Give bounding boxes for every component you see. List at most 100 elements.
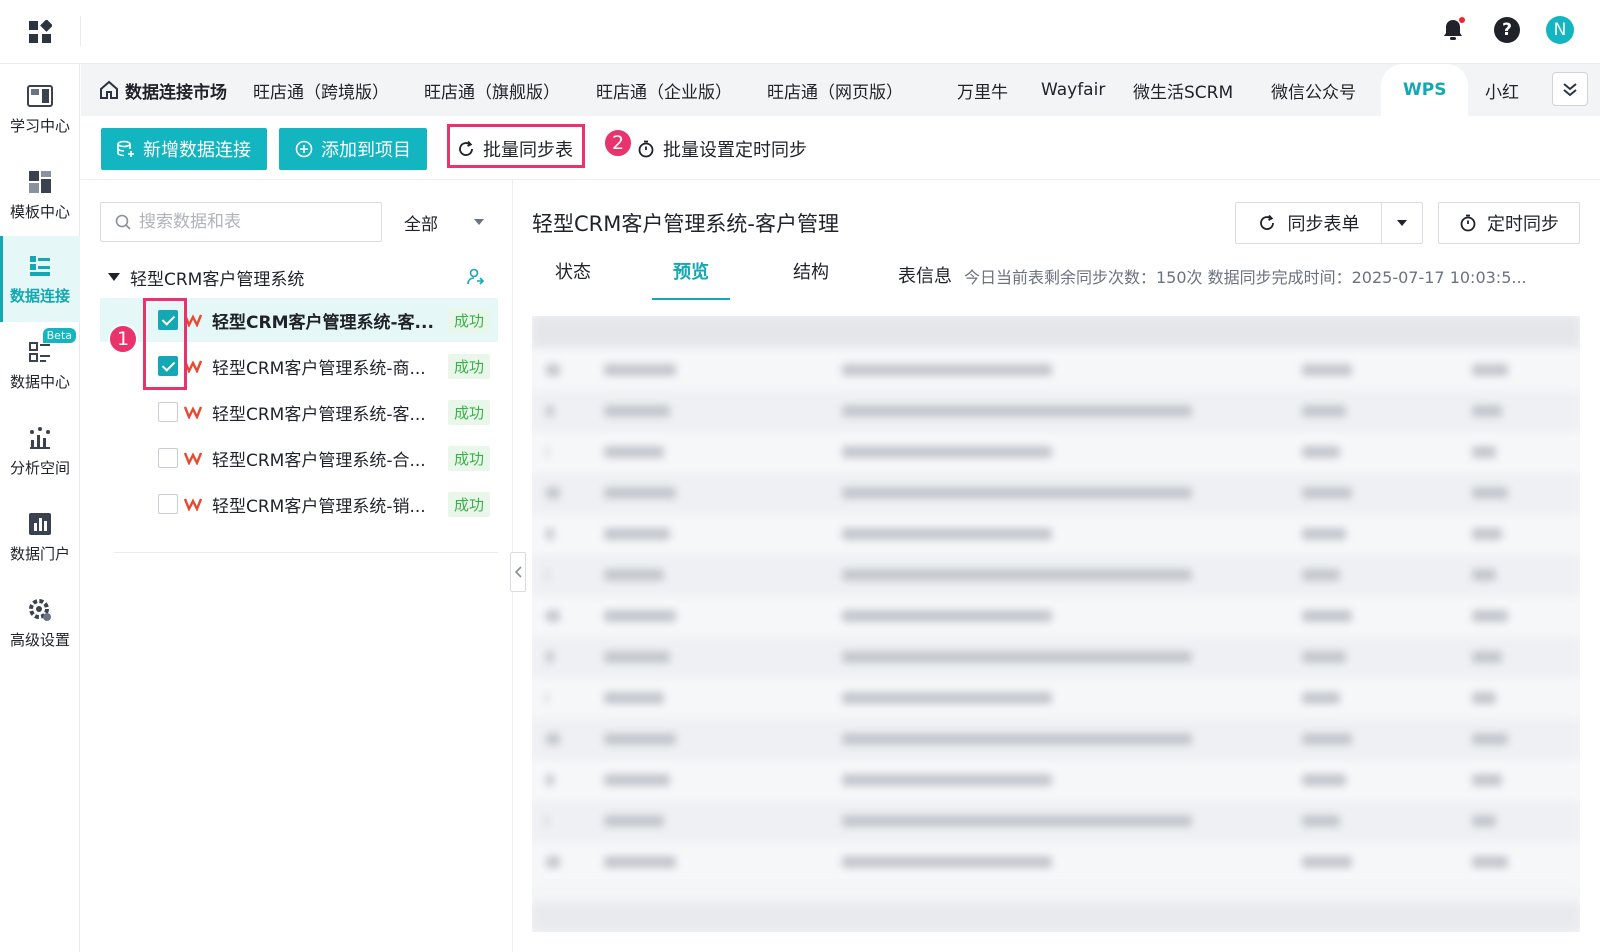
step-marker-2: 2 [603,128,633,158]
tab-data-market[interactable]: 数据连接市场 [99,64,227,116]
tab-wayfair[interactable]: Wayfair [1041,64,1105,116]
tab-wanliniu[interactable]: 万里牛 [957,64,1008,116]
nav-study-center[interactable]: 学习中心 [0,66,80,152]
table-row[interactable]: 轻型CRM客户管理系统-销... 成功 [100,482,498,526]
row-label: 轻型CRM客户管理系统-销... [212,496,426,517]
preview-cell [604,774,670,786]
preview-cell [1472,856,1508,868]
preview-table-row [532,637,1580,678]
tab-status[interactable]: 状态 [552,258,594,300]
wps-icon [183,404,203,424]
user-share-icon[interactable] [466,268,485,291]
portal-icon [27,511,53,537]
collapse-panel-handle[interactable] [510,552,526,592]
batch-schedule-button[interactable]: 批量设置定时同步 [637,128,807,170]
preview-cell [842,405,1192,417]
tab-wdt-enterprise[interactable]: 旺店通（企业版） [596,64,732,116]
tab-label: 旺店通（旗舰版） [424,82,560,103]
home-icon [100,80,118,99]
nav-data-connect[interactable]: 数据连接 [0,236,80,322]
preview-table-footer [532,902,1580,932]
preview-table-row [532,596,1580,637]
nav-template-center[interactable]: 模板中心 [0,152,80,238]
highlight-checked-rows [143,298,187,390]
preview-cell [1302,364,1352,376]
help-icon[interactable]: ? [1494,17,1520,43]
preview-cell [604,610,676,622]
preview-cell [546,610,560,622]
button-label: 定时同步 [1487,214,1559,235]
nav-data-portal[interactable]: 数据门户 [0,494,80,580]
bell-icon[interactable] [1438,14,1468,46]
avatar[interactable]: N [1546,16,1574,44]
table-row[interactable]: 轻型CRM客户管理系统-合... 成功 [100,436,498,480]
double-chevron-down-icon [1563,83,1577,97]
sync-form-button[interactable]: 同步表单 [1236,203,1382,243]
preview-cell [546,733,560,745]
button-label: 同步表单 [1287,214,1360,235]
divider [114,552,498,553]
tab-wdt-flagship[interactable]: 旺店通（旗舰版） [424,64,560,116]
preview-cell [604,528,670,540]
status-badge: 成功 [447,445,490,471]
tab-label: 数据连接市场 [125,82,227,103]
preview-table-row [532,514,1580,555]
add-connection-button[interactable]: 新增数据连接 [101,128,267,170]
preview-cell [842,774,1052,786]
tab-label: 预览 [673,262,709,283]
preview-cell [1302,651,1346,663]
sync-form-button-group: 同步表单 [1235,202,1423,244]
tab-label: 小红 [1485,82,1519,103]
nav-analysis-space[interactable]: 分析空间 [0,408,80,494]
tab-label: WPS [1403,80,1447,100]
toolbar: 新增数据连接 添加到项目 批量同步表 2 批量设置定时同步 [81,116,1600,180]
tab-wdt-web[interactable]: 旺店通（网页版） [767,64,903,116]
preview-cell [1302,856,1352,868]
tab-wdt-crossborder[interactable]: 旺店通（跨境版） [253,64,389,116]
row-checkbox[interactable] [158,494,178,514]
nav-data-center[interactable]: Beta 数据中心 [0,322,80,408]
tree-root[interactable]: 轻型CRM客户管理系统 [108,260,498,294]
highlight-batch-sync [447,124,585,168]
caret-down-icon[interactable] [108,273,120,281]
scheduled-sync-button[interactable]: 定时同步 [1438,202,1580,244]
search-input[interactable] [139,212,359,232]
apps-grid-icon[interactable] [28,19,53,44]
tab-weishenghuo-scrm[interactable]: 微生活SCRM [1133,64,1233,116]
preview-table-row [532,678,1580,719]
tab-wps[interactable]: WPS [1381,64,1469,116]
table-title: 轻型CRM客户管理系统-客户管理 [532,212,839,236]
search-input-wrapper[interactable] [100,202,382,242]
tab-structure[interactable]: 结构 [790,258,832,300]
preview-cell [1302,692,1340,704]
tab-more-button[interactable] [1552,72,1588,106]
preview-cell [546,692,548,704]
data-connect-icon [27,253,53,279]
tab-label: Wayfair [1041,80,1106,100]
filter-select[interactable]: 全部 [386,202,498,242]
sync-dropdown-button[interactable] [1382,203,1422,243]
wps-icon [183,496,203,516]
row-label: 轻型CRM客户管理系统-客... [212,312,434,333]
row-checkbox[interactable] [158,402,178,422]
tab-wechat-official[interactable]: 微信公众号 [1271,64,1356,116]
preview-cell [1472,815,1496,827]
timer-icon [638,140,654,158]
add-to-project-button[interactable]: 添加到项目 [279,128,427,170]
preview-cell [842,569,1192,581]
top-divider [80,16,81,46]
preview-cell [1302,733,1352,745]
preview-cell [1302,815,1340,827]
preview-cell [1302,487,1352,499]
preview-table-row [532,432,1580,473]
preview-cell [842,651,1192,663]
preview-cell [546,651,554,663]
preview-table-row [532,842,1580,883]
nav-advanced-settings[interactable]: 高级设置 [0,580,80,666]
tab-xiaohong[interactable]: 小红 [1485,64,1519,116]
table-row[interactable]: 轻型CRM客户管理系统-客... 成功 [100,390,498,434]
tab-preview[interactable]: 预览 [652,258,730,300]
row-checkbox[interactable] [158,448,178,468]
preview-cell [1302,446,1340,458]
preview-cell [546,815,548,827]
